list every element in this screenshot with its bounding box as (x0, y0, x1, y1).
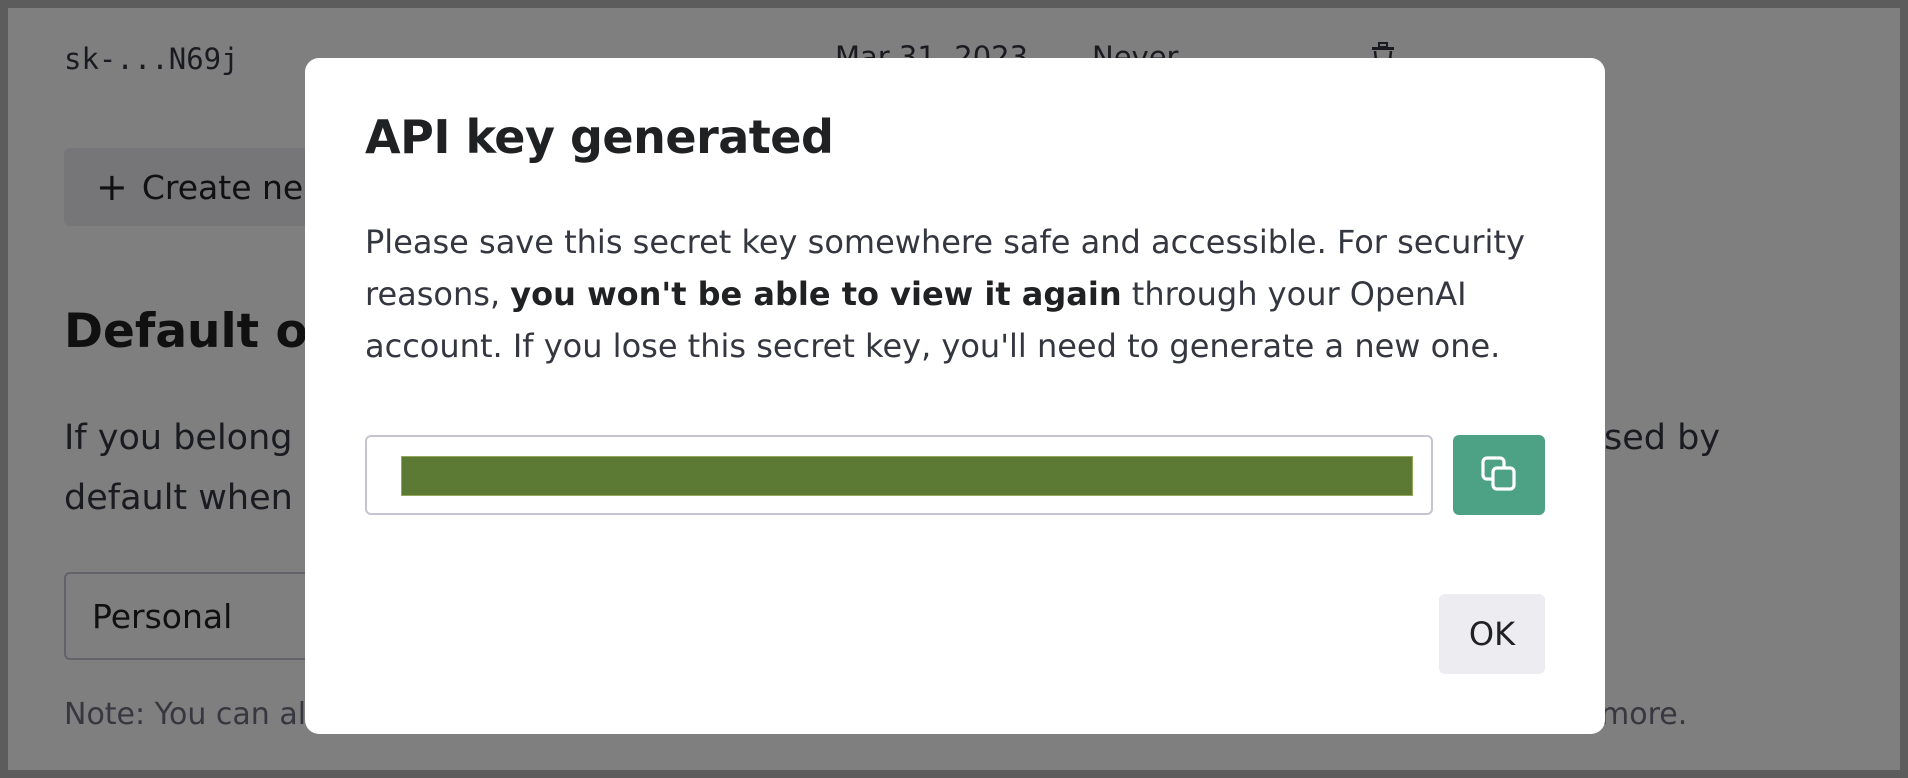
dialog-description: Please save this secret key somewhere sa… (365, 216, 1545, 372)
ok-button[interactable]: OK (1439, 594, 1545, 674)
secret-key-redaction (401, 456, 1413, 496)
dialog-title: API key generated (365, 110, 834, 164)
copy-key-button[interactable] (1453, 435, 1545, 515)
copy-icon (1479, 454, 1519, 497)
api-key-generated-dialog: API key generated Please save this secre… (305, 58, 1605, 734)
dialog-description-warning: you won't be able to view it again (510, 275, 1122, 313)
